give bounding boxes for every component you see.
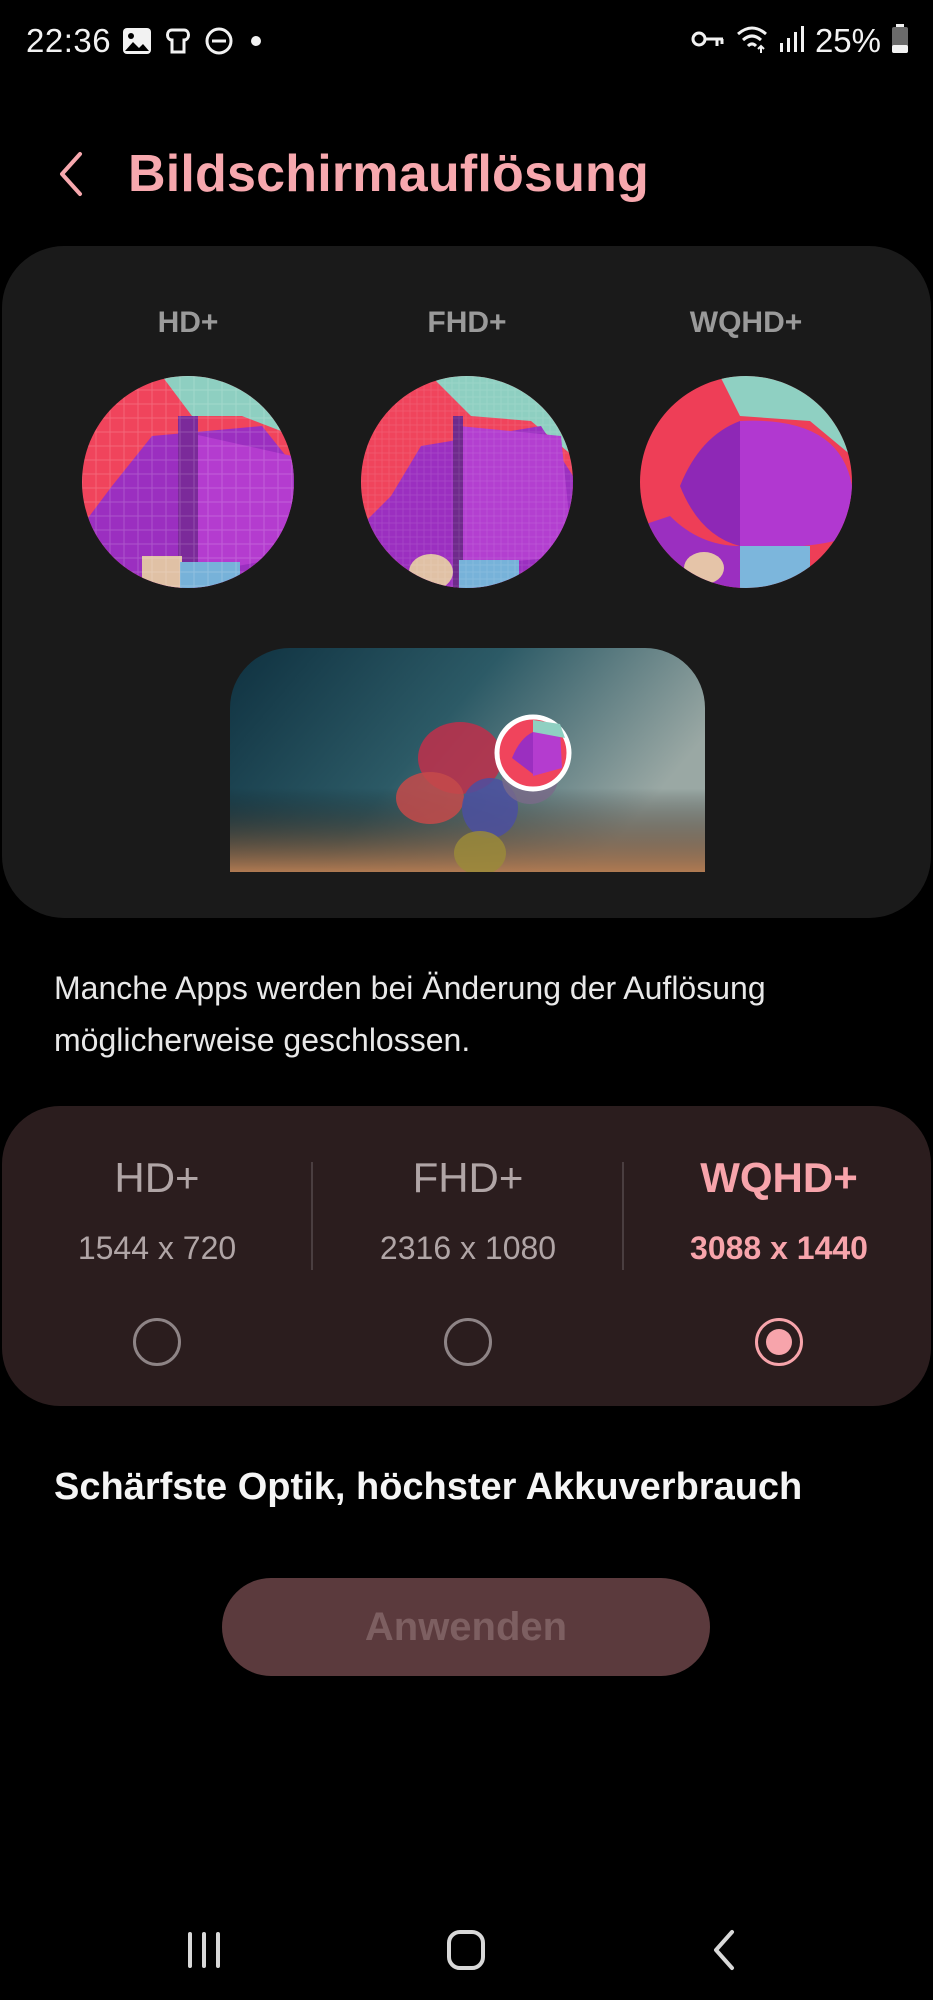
preview-label-wqhd: WQHD+ [689, 306, 803, 339]
option-hd-radio[interactable] [133, 1318, 181, 1366]
option-wqhd[interactable]: WQHD+ 3088 x 1440 [624, 1146, 933, 1366]
resolution-description: Schärfste Optik, höchster Akkuverbrauch [54, 1466, 803, 1508]
back-icon [714, 1930, 734, 1970]
dnd-icon [204, 26, 234, 61]
option-hd-resolution: 1544 x 720 [77, 1230, 237, 1266]
option-fhd-radio[interactable] [444, 1318, 492, 1366]
option-fhd-name: FHD+ [412, 1154, 524, 1201]
preview-card: HD+ FHD+ WQHD+ [2, 246, 931, 918]
battery-percent: 25% [814, 22, 881, 59]
status-time: 22:36 [26, 22, 112, 59]
option-wqhd-name: WQHD+ [700, 1154, 858, 1201]
option-wqhd-radio[interactable] [755, 1318, 803, 1366]
preview-label-fhd: FHD+ [427, 306, 507, 339]
home-icon [447, 1930, 485, 1970]
option-wqhd-resolution: 3088 x 1440 [690, 1230, 868, 1266]
wifi-icon [735, 24, 769, 59]
wallpaper-preview [230, 648, 705, 872]
header: Bildschirmauflösung [0, 130, 933, 220]
recents-button[interactable] [174, 1924, 234, 1976]
preview-circle-hd [82, 376, 294, 588]
preview-circle-fhd [361, 376, 573, 588]
status-icons-right: 25% [691, 22, 909, 60]
option-fhd-resolution: 2316 x 1080 [379, 1230, 557, 1266]
chevron-left-icon [60, 152, 82, 196]
status-icons-left [122, 26, 266, 61]
preview-circle-wqhd [640, 376, 852, 588]
signal-icon [779, 25, 805, 58]
option-fhd[interactable]: FHD+ 2316 x 1080 [313, 1146, 623, 1366]
dot-icon [246, 31, 266, 56]
key-icon [691, 27, 725, 56]
home-button[interactable] [436, 1924, 496, 1976]
option-hd-name: HD+ [114, 1154, 200, 1201]
preview-label-hd: HD+ [157, 306, 219, 339]
back-button[interactable] [50, 144, 90, 204]
option-hd[interactable]: HD+ 1544 x 720 [2, 1146, 312, 1366]
info-text: Manche Apps werden bei Änderung der Aufl… [54, 970, 766, 1058]
app-root: 22:36 25% Bildschirmauflösung HD+ FHD+ W… [0, 0, 933, 2000]
page-title: Bildschirmauflösung [128, 145, 649, 203]
resolution-options: HD+ 1544 x 720 FHD+ 2316 x 1080 WQHD+ 30… [2, 1106, 931, 1406]
recents-icon [188, 1932, 220, 1968]
nav-back-button[interactable] [696, 1924, 756, 1976]
clip-icon [164, 26, 192, 61]
battery-icon [891, 23, 909, 59]
status-bar: 22:36 25% [0, 0, 933, 86]
navigation-bar [0, 1900, 933, 2000]
gallery-icon [122, 27, 152, 60]
apply-button[interactable]: Anwenden [222, 1578, 710, 1676]
